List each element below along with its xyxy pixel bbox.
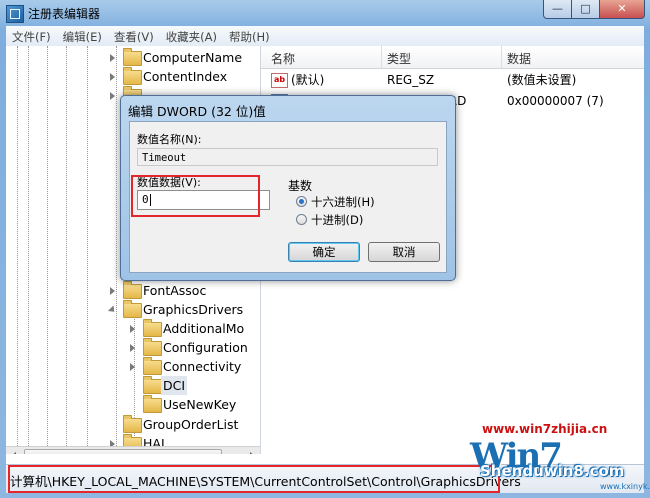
radio-unchecked-icon[interactable] (296, 214, 307, 225)
folder-icon (143, 357, 162, 375)
string-value-icon: ab (271, 73, 288, 88)
watermark-small-url: www.kxinyk.com (600, 482, 650, 491)
folder-icon (143, 338, 162, 356)
column-header-name[interactable]: 名称 (271, 50, 295, 67)
highlight-box (8, 465, 500, 493)
cancel-button[interactable]: 取消 (368, 242, 440, 262)
ok-button[interactable]: 确定 (288, 242, 360, 262)
menu-view[interactable]: 查看(V) (108, 26, 160, 48)
tree-item-label: ContentIndex (143, 69, 228, 84)
tree-guide-line (116, 46, 117, 446)
menu-favorites[interactable]: 收藏夹(A) (160, 26, 223, 48)
radio-checked-icon[interactable] (296, 196, 307, 207)
window-title: 注册表编辑器 (28, 7, 101, 21)
scroll-right-icon[interactable] (250, 452, 255, 454)
value-name-label: 数值名称(N): (137, 133, 202, 146)
tree-item-label: FontAssoc (143, 283, 207, 298)
expand-arrow-icon[interactable] (110, 287, 115, 295)
folder-icon (123, 415, 142, 433)
menu-edit[interactable]: 编辑(E) (57, 26, 108, 48)
tree-horizontal-scrollbar[interactable]: ||| (6, 446, 260, 454)
column-header-data[interactable]: 数据 (507, 50, 531, 67)
minimize-button[interactable]: — (543, 0, 572, 19)
tree-item-label: Connectivity (163, 359, 242, 374)
folder-icon (123, 281, 142, 299)
column-separator[interactable] (501, 46, 502, 68)
title-bar[interactable]: 注册表编辑器 — □ ✕ (0, 0, 650, 26)
watermark-url: www.win7zhijia.cn (482, 422, 608, 436)
value-data: 0x00000007 (7) (507, 94, 604, 108)
value-name-field: Timeout (137, 148, 438, 166)
tree-item-label: GroupOrderList (143, 417, 239, 432)
folder-icon (143, 395, 162, 413)
column-header-type[interactable]: 类型 (387, 50, 411, 67)
column-separator[interactable] (381, 46, 382, 68)
tree-guide-line (17, 46, 18, 446)
tree-guide-line (87, 46, 88, 446)
maximize-button[interactable]: □ (571, 0, 600, 19)
tree-guide-line (47, 46, 48, 446)
close-button[interactable]: ✕ (599, 0, 645, 19)
value-name: (默认) (291, 73, 325, 87)
dialog-body: 数值名称(N): Timeout 数值数据(V): 0 基数 十六进制(H) 十… (129, 121, 447, 273)
tree-item-label: Configuration (163, 340, 248, 355)
menu-bar: 文件(F) 编辑(E) 查看(V) 收藏夹(A) 帮助(H) (6, 26, 644, 47)
tree-guide-line (66, 46, 67, 446)
tree-item-label: DCI (161, 376, 188, 395)
tree-item-label: GraphicsDrivers (143, 302, 244, 317)
value-data: (数值未设置) (507, 73, 577, 87)
base-group: 基数 十六进制(H) 十进制(D) (288, 177, 438, 231)
expand-arrow-icon[interactable] (130, 344, 135, 352)
expand-arrow-icon[interactable] (130, 325, 135, 333)
list-row[interactable]: ab (默认) REG_SZ (数值未设置) (261, 70, 644, 90)
watermark-logo: Win7 Shenduwin8.com www.kxinyk.com (470, 436, 650, 494)
radio-label: 十六进制(H) (311, 195, 375, 209)
tree-item-label: UseNewKey (163, 397, 237, 412)
watermark-site: Shenduwin8.com (480, 462, 625, 480)
highlight-box (131, 175, 260, 217)
folder-icon (123, 48, 142, 66)
folder-icon (123, 67, 142, 85)
expand-arrow-icon[interactable] (130, 363, 135, 371)
tree-item-label: AdditionalMo (163, 321, 245, 336)
value-type: REG_SZ (387, 73, 435, 87)
dialog-title: 编辑 DWORD (32 位)值 (128, 104, 266, 119)
expand-arrow-icon[interactable] (110, 92, 115, 100)
folder-open-icon (123, 300, 142, 318)
list-header: 名称 类型 数据 (261, 46, 644, 69)
scroll-left-icon[interactable] (11, 452, 16, 454)
folder-icon (143, 319, 162, 337)
folder-icon (143, 376, 162, 394)
tree-guide-line (28, 46, 29, 446)
tree-item-label: ComputerName (143, 50, 243, 65)
expand-arrow-icon[interactable] (110, 54, 115, 62)
registry-app-icon (6, 5, 24, 23)
menu-file[interactable]: 文件(F) (6, 26, 57, 48)
edit-dword-dialog: 编辑 DWORD (32 位)值 数值名称(N): Timeout 数值数据(V… (120, 95, 456, 281)
radio-label: 十进制(D) (311, 213, 364, 227)
scrollbar-thumb[interactable]: ||| (24, 449, 222, 454)
menu-help[interactable]: 帮助(H) (223, 26, 276, 48)
expand-arrow-icon[interactable] (110, 73, 115, 81)
base-group-title: 基数 (288, 179, 313, 193)
